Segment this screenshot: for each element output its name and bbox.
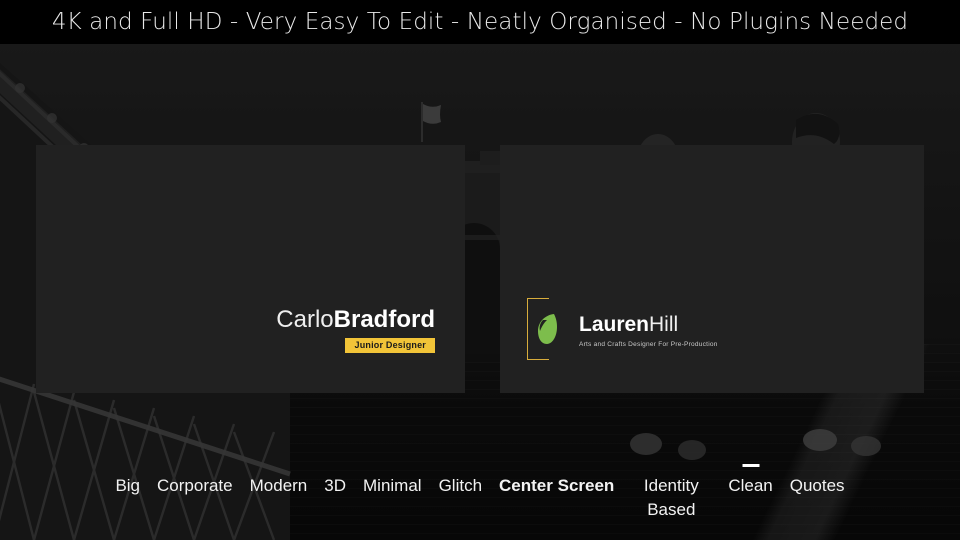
name-line-left: CarloBradford [255, 306, 435, 334]
nav-item-corporate[interactable]: Corporate [157, 462, 233, 498]
keyword-nav: Big Corporate Modern 3D Minimal Glitch Center … [0, 462, 960, 522]
identity-card-right: LaurenHill Arts and Crafts Designer For … [527, 298, 718, 360]
role-badge: Junior Designer [345, 338, 435, 353]
slide-canvas: 4K and Full HD - Very Easy To Edit - Nea… [0, 0, 960, 540]
nav-item-label: Identity Based [643, 476, 699, 519]
nav-item-label: Clean [728, 476, 773, 495]
last-name-left: Bradford [333, 306, 435, 333]
nav-item-clean[interactable]: Clean [728, 462, 773, 498]
nav-item-label: Minimal [363, 476, 422, 495]
tagline-right: Arts and Crafts Designer For Pre-Product… [579, 340, 718, 348]
nav-item-modern[interactable]: Modern [250, 462, 308, 498]
nav-item-minimal[interactable]: Minimal [363, 462, 422, 498]
nav-item-label: Quotes [789, 476, 845, 495]
left-panel [36, 145, 465, 393]
leaf-logo-icon [527, 298, 567, 360]
nav-item-label: 3D [324, 476, 346, 495]
name-line-right: LaurenHill [579, 313, 718, 337]
nav-item-center-screen[interactable]: Center Screen [499, 462, 614, 498]
nav-item-glitch[interactable]: Glitch [439, 462, 482, 498]
nav-item-label: Corporate [157, 476, 233, 495]
first-name-right: Lauren [579, 312, 650, 336]
first-name-left: Carlo [276, 306, 334, 333]
nav-item-big[interactable]: Big [115, 462, 140, 498]
banner-text: 4K and Full HD - Very Easy To Edit - Nea… [51, 9, 909, 35]
nav-item-quotes[interactable]: Quotes [790, 462, 845, 498]
nav-item-label: Modern [249, 476, 308, 495]
leaf-shape [538, 314, 557, 344]
nav-item-3d[interactable]: 3D [324, 462, 346, 498]
last-name-right: Hill [649, 312, 679, 336]
nav-item-label: Big [115, 476, 141, 495]
identity-card-left: CarloBradford Junior Designer [255, 306, 435, 353]
active-marker-icon [742, 464, 760, 467]
top-banner: 4K and Full HD - Very Easy To Edit - Nea… [0, 0, 960, 44]
identity-text-right: LaurenHill Arts and Crafts Designer For … [579, 311, 718, 348]
nav-item-label: Center Screen [499, 476, 615, 495]
nav-item-identity-based[interactable]: Identity Based [631, 462, 711, 522]
nav-item-label: Glitch [438, 476, 483, 495]
